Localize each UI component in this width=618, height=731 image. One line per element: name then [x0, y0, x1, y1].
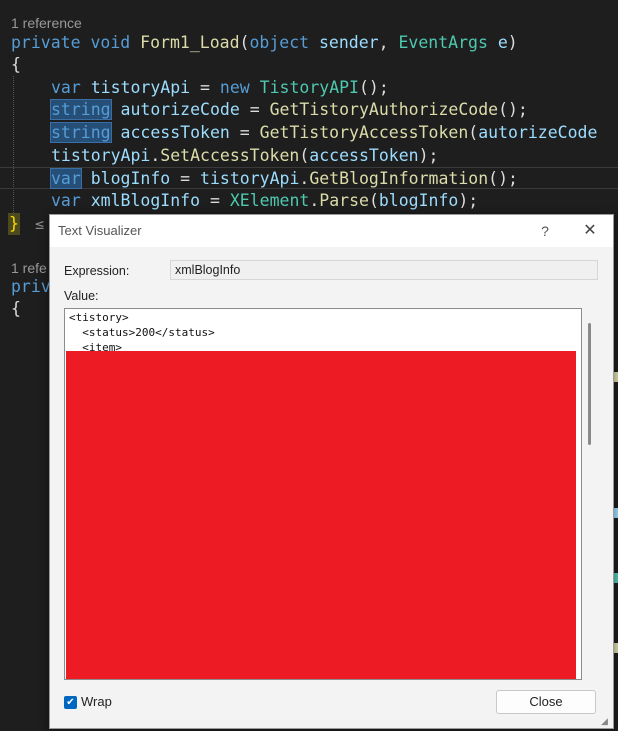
- object-ref: tistoryApi: [51, 146, 151, 165]
- keyword-void: void: [90, 33, 131, 52]
- dot: .: [299, 169, 310, 188]
- keyword-private-partial: priv: [11, 277, 51, 296]
- method-call: GetTistoryAuthorizeCode: [269, 100, 499, 119]
- close-icon[interactable]: ✕: [575, 219, 605, 243]
- help-button[interactable]: ?: [531, 220, 559, 242]
- code-line-4[interactable]: string autorizeCode = GetTistoryAuthoriz…: [0, 99, 618, 121]
- expression-label: Expression:: [64, 264, 130, 278]
- close-glyph: ✕: [583, 222, 597, 239]
- dialog-title: Text Visualizer: [58, 223, 142, 238]
- code-line-5[interactable]: string accessToken = GetTistoryAccessTok…: [0, 122, 618, 144]
- operator: =: [180, 169, 191, 188]
- code-line-method-signature[interactable]: private void Form1_Load(object sender, E…: [0, 32, 618, 54]
- comma: ,: [378, 33, 389, 52]
- value-line: <status>200</status>: [69, 326, 215, 339]
- type-name: XElement: [229, 191, 310, 210]
- keyword-string-highlighted: string: [50, 99, 112, 120]
- object-ref: tistoryApi: [200, 169, 300, 188]
- punctuation: );: [418, 146, 439, 165]
- argument: blogInfo: [378, 191, 459, 210]
- operator: =: [200, 78, 210, 97]
- keyword-object: object: [249, 33, 310, 52]
- identifier: accessToken: [120, 123, 230, 142]
- text-visualizer-dialog: Text Visualizer ? ✕ Expression: xmlBlogI…: [49, 214, 614, 729]
- type-name: TistoryAPI: [259, 78, 359, 97]
- open-brace: {: [11, 55, 21, 74]
- close-button[interactable]: Close: [496, 690, 596, 714]
- dot: .: [150, 146, 161, 165]
- operator: =: [249, 100, 260, 119]
- open-brace-2: {: [11, 299, 21, 318]
- dialog-titlebar[interactable]: Text Visualizer ? ✕: [50, 215, 613, 247]
- method-name: Form1_Load: [140, 33, 240, 52]
- resize-grip-icon[interactable]: ◢: [601, 716, 611, 726]
- identifier: tistoryApi: [90, 78, 191, 97]
- keyword-private: private: [11, 33, 81, 52]
- keyword-string-highlighted: string: [50, 122, 112, 143]
- wrap-label[interactable]: Wrap: [81, 694, 112, 709]
- checkmark-icon: ✔: [66, 697, 75, 708]
- param-e: e: [497, 33, 508, 52]
- argument: autorizeCode: [478, 123, 598, 142]
- punctuation: );: [458, 191, 479, 210]
- argument: accessToken: [309, 146, 419, 165]
- paren-open: (: [239, 33, 250, 52]
- value-line: <tistory>: [69, 311, 129, 324]
- operator: =: [239, 123, 250, 142]
- value-textbox[interactable]: <tistory> <status>200</status> <item>: [64, 308, 582, 680]
- vertical-scrollbar-thumb[interactable]: [588, 323, 591, 445]
- keyword-var-highlighted: var: [50, 168, 82, 189]
- value-label: Value:: [64, 289, 99, 303]
- operator: =: [209, 191, 220, 210]
- codelens-references-2[interactable]: 1 refe: [11, 260, 47, 276]
- type-eventargs: EventArgs: [398, 33, 488, 52]
- keyword-var: var: [51, 191, 81, 210]
- less-equal-hint: ≤: [35, 215, 45, 233]
- identifier: xmlBlogInfo: [90, 191, 201, 210]
- code-line-3[interactable]: var tistoryApi = new TistoryAPI();: [0, 77, 618, 99]
- keyword-new: new: [219, 78, 250, 97]
- dot: .: [309, 191, 320, 210]
- punctuation: ();: [359, 78, 389, 97]
- wrap-checkbox[interactable]: ✔: [64, 696, 77, 709]
- code-line-open-brace[interactable]: {: [0, 54, 618, 76]
- paren-open: (: [368, 191, 379, 210]
- expression-field[interactable]: xmlBlogInfo: [170, 260, 598, 280]
- param-sender: sender: [319, 33, 379, 52]
- code-line-8[interactable]: var xmlBlogInfo = XElement.Parse(blogInf…: [0, 190, 618, 212]
- codelens-references[interactable]: 1 reference: [11, 15, 82, 31]
- paren-open: (: [299, 146, 310, 165]
- method-call: Parse: [319, 191, 369, 210]
- identifier: autorizeCode: [120, 100, 240, 119]
- punctuation: ();: [498, 100, 528, 119]
- code-line-7-current[interactable]: var blogInfo = tistoryApi.GetBlogInforma…: [0, 167, 618, 189]
- paren-open: (: [468, 123, 479, 142]
- paren-close: ): [507, 33, 518, 52]
- redacted-region: [66, 351, 576, 679]
- method-call: GetBlogInformation: [309, 169, 489, 188]
- identifier: blogInfo: [90, 169, 171, 188]
- keyword-var: var: [51, 78, 81, 97]
- code-line-6[interactable]: tistoryApi.SetAccessToken(accessToken);: [0, 145, 618, 167]
- method-call: GetTistoryAccessToken: [259, 123, 469, 142]
- punctuation: ();: [488, 169, 518, 188]
- close-brace-matched: }: [8, 213, 20, 235]
- method-call: SetAccessToken: [160, 146, 300, 165]
